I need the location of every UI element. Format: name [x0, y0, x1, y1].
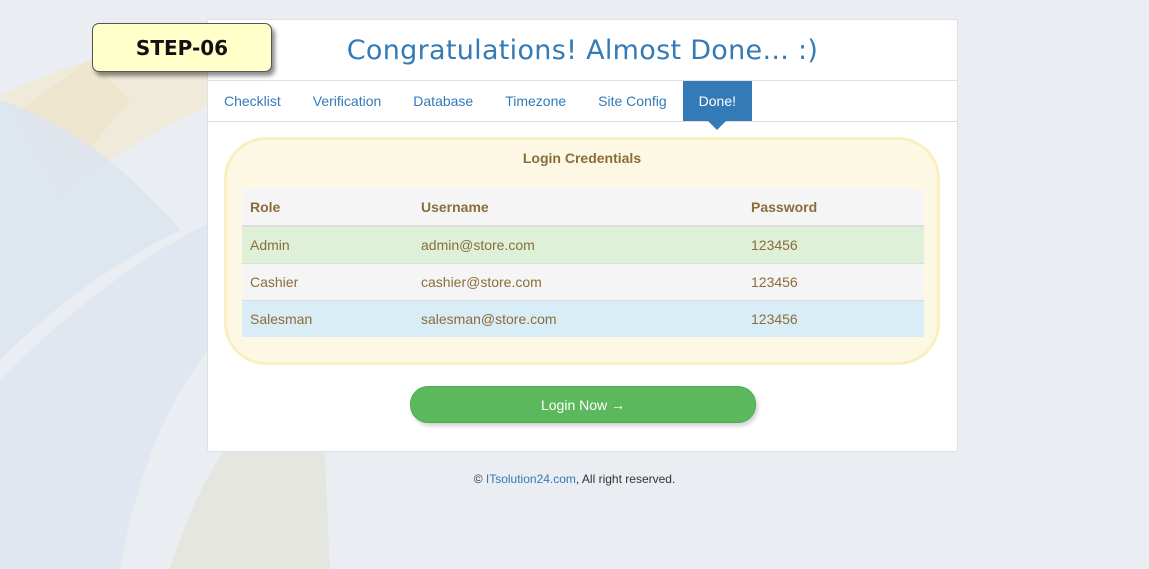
page-title: Congratulations! Almost Done... :): [346, 34, 819, 66]
footer: © ITsolution24.com, All right reserved.: [0, 472, 1149, 486]
credentials-table: Role Username Password Admin admin@store…: [242, 188, 924, 337]
table-row: Admin admin@store.com 123456: [242, 225, 924, 264]
step-badge: STEP-06: [92, 23, 272, 72]
username-cell: cashier@store.com: [413, 263, 743, 301]
column-header-password: Password: [743, 188, 924, 227]
password-cell: 123456: [743, 300, 924, 337]
table-row: Salesman salesman@store.com 123456: [242, 300, 924, 337]
table-row: Cashier cashier@store.com 123456: [242, 263, 924, 301]
tab-verification[interactable]: Verification: [297, 81, 397, 121]
wizard-tabs: Checklist Verification Database Timezone…: [208, 81, 957, 130]
column-header-role: Role: [242, 188, 413, 227]
credentials-title: Login Credentials: [522, 150, 642, 166]
tab-checklist[interactable]: Checklist: [208, 81, 297, 121]
username-cell: admin@store.com: [413, 225, 743, 264]
installer-panel: Congratulations! Almost Done... :) Check…: [207, 19, 958, 452]
tab-database[interactable]: Database: [397, 81, 489, 121]
tab-site-config[interactable]: Site Config: [582, 81, 682, 121]
role-cell: Cashier: [242, 263, 413, 301]
column-header-username: Username: [413, 188, 743, 227]
login-now-button[interactable]: Login Now →: [410, 386, 756, 423]
role-cell: Admin: [242, 225, 413, 264]
copyright-suffix: , All right reserved.: [575, 472, 676, 486]
password-cell: 123456: [743, 263, 924, 301]
login-credentials-box: Login Credentials Role Username Password…: [224, 137, 940, 365]
tab-timezone[interactable]: Timezone: [489, 81, 582, 121]
copyright-prefix: ©: [473, 472, 486, 486]
password-cell: 123456: [743, 225, 924, 264]
tab-done[interactable]: Done!: [682, 81, 753, 130]
role-cell: Salesman: [242, 300, 413, 337]
username-cell: salesman@store.com: [413, 300, 743, 337]
table-header-row: Role Username Password: [242, 188, 924, 227]
panel-header: Congratulations! Almost Done... :): [208, 20, 957, 81]
footer-link[interactable]: ITsolution24.com: [486, 472, 576, 486]
